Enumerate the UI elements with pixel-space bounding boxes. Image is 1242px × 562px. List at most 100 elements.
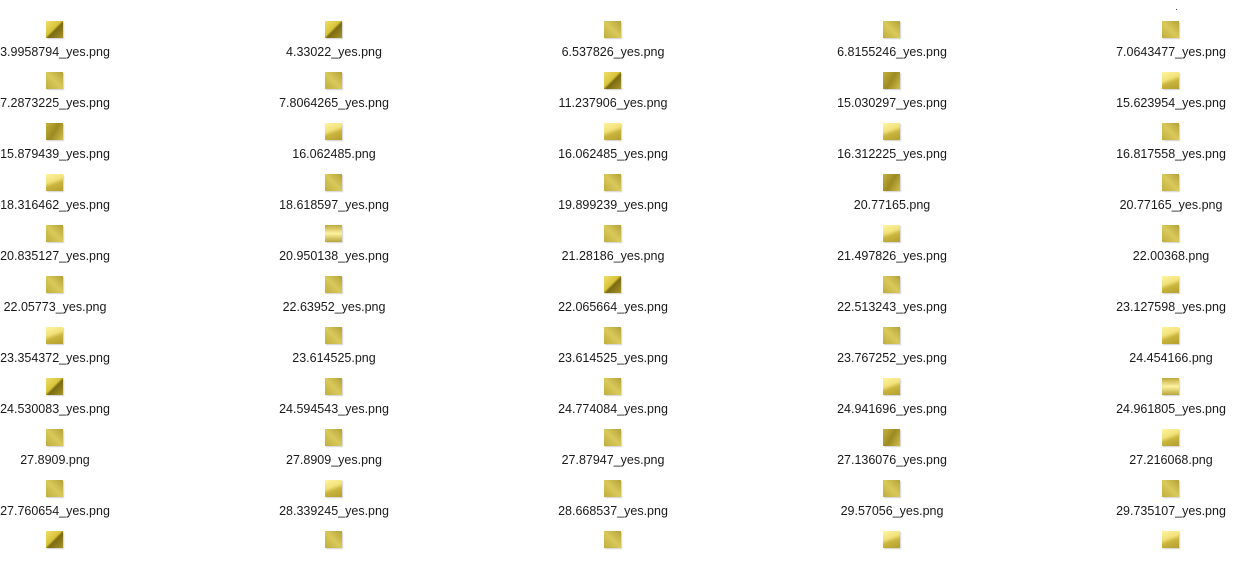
file-thumbnail-icon[interactable] xyxy=(325,225,342,242)
file-thumbnail-icon[interactable] xyxy=(883,480,900,497)
file-item[interactable]: 24.941696_yes.png xyxy=(777,378,1007,429)
file-item[interactable]: 21.28186_yes.png xyxy=(498,225,728,276)
file-item[interactable]: 22.513243_yes.png xyxy=(777,276,1007,327)
file-thumbnail-icon[interactable] xyxy=(46,480,63,497)
file-item[interactable]: 24.961805_yes.png xyxy=(1056,378,1242,429)
file-thumbnail-icon[interactable] xyxy=(604,327,621,344)
file-item[interactable] xyxy=(1056,531,1242,562)
file-item[interactable]: 15.623954_yes.png xyxy=(1056,72,1242,123)
file-thumbnail-icon[interactable] xyxy=(325,123,342,140)
file-item[interactable]: 6.537826_yes.png xyxy=(498,21,728,72)
file-item[interactable]: 20.77165.png xyxy=(777,174,1007,225)
file-item[interactable]: 7.0643477_yes.png xyxy=(1056,21,1242,72)
file-item[interactable]: 27.8909_yes.png xyxy=(219,429,449,480)
file-thumbnail-icon[interactable] xyxy=(325,72,342,89)
file-item[interactable]: 16.062485_yes.png xyxy=(498,123,728,174)
file-thumbnail-icon[interactable] xyxy=(1162,225,1179,242)
file-thumbnail-icon[interactable] xyxy=(46,276,63,293)
file-thumbnail-icon[interactable] xyxy=(883,327,900,344)
file-thumbnail-icon[interactable] xyxy=(883,276,900,293)
file-thumbnail-icon[interactable] xyxy=(325,378,342,395)
file-thumbnail-icon[interactable] xyxy=(1162,174,1179,191)
file-thumbnail-icon[interactable] xyxy=(46,123,63,140)
file-thumbnail-icon[interactable] xyxy=(325,21,342,38)
file-thumbnail-icon[interactable] xyxy=(325,174,342,191)
file-item[interactable]: 27.760654_yes.png xyxy=(0,480,170,531)
file-thumbnail-icon[interactable] xyxy=(604,21,621,38)
file-thumbnail-icon[interactable] xyxy=(46,174,63,191)
file-item[interactable]: 19.899239_yes.png xyxy=(498,174,728,225)
file-thumbnail-icon[interactable] xyxy=(46,225,63,242)
file-item[interactable]: 27.216068.png xyxy=(1056,429,1242,480)
file-item[interactable]: 22.00368.png xyxy=(1056,225,1242,276)
file-item[interactable]: 23.767252_yes.png xyxy=(777,327,1007,378)
file-thumbnail-icon[interactable] xyxy=(883,225,900,242)
file-item[interactable]: 29.735107_yes.png xyxy=(1056,480,1242,531)
file-item[interactable] xyxy=(0,531,170,562)
file-thumbnail-icon[interactable] xyxy=(1162,72,1179,89)
file-thumbnail-icon[interactable] xyxy=(604,72,621,89)
file-item[interactable]: 23.127598_yes.png xyxy=(1056,276,1242,327)
file-thumbnail-icon[interactable] xyxy=(1162,123,1179,140)
file-thumbnail-icon[interactable] xyxy=(604,429,621,446)
file-item[interactable]: 20.950138_yes.png xyxy=(219,225,449,276)
file-item[interactable]: 22.63952_yes.png xyxy=(219,276,449,327)
file-item[interactable]: 29.57056_yes.png xyxy=(777,480,1007,531)
file-item[interactable]: 22.05773_yes.png xyxy=(0,276,170,327)
file-item[interactable]: 24.530083_yes.png xyxy=(0,378,170,429)
file-thumbnail-icon[interactable] xyxy=(604,225,621,242)
file-item[interactable] xyxy=(777,531,1007,562)
file-item[interactable]: 15.879439_yes.png xyxy=(0,123,170,174)
file-thumbnail-icon[interactable] xyxy=(883,429,900,446)
file-thumbnail-icon[interactable] xyxy=(1162,21,1179,38)
file-thumbnail-icon[interactable] xyxy=(46,378,63,395)
file-thumbnail-icon[interactable] xyxy=(604,480,621,497)
file-item[interactable] xyxy=(219,531,449,562)
file-thumbnail-icon[interactable] xyxy=(325,276,342,293)
file-thumbnail-icon[interactable] xyxy=(1162,276,1179,293)
file-thumbnail-icon[interactable] xyxy=(46,327,63,344)
file-thumbnail-icon[interactable] xyxy=(604,174,621,191)
file-item[interactable]: 11.237906_yes.png xyxy=(498,72,728,123)
file-item[interactable]: 22.065664_yes.png xyxy=(498,276,728,327)
file-thumbnail-icon[interactable] xyxy=(46,72,63,89)
file-item[interactable]: 23.614525.png xyxy=(219,327,449,378)
file-item[interactable]: 18.618597_yes.png xyxy=(219,174,449,225)
file-thumbnail-icon[interactable] xyxy=(46,21,63,38)
file-item[interactable]: 7.2873225_yes.png xyxy=(0,72,170,123)
file-thumbnail-icon[interactable] xyxy=(883,72,900,89)
file-item[interactable]: 16.062485.png xyxy=(219,123,449,174)
file-item[interactable]: 24.774084_yes.png xyxy=(498,378,728,429)
file-thumbnail-icon[interactable] xyxy=(1162,429,1179,446)
file-thumbnail-icon[interactable] xyxy=(604,378,621,395)
file-item[interactable]: 24.594543_yes.png xyxy=(219,378,449,429)
file-item[interactable]: 3.9958794_yes.png xyxy=(0,21,170,72)
file-item[interactable]: 20.835127_yes.png xyxy=(0,225,170,276)
file-item[interactable]: 27.8909.png xyxy=(0,429,170,480)
file-item[interactable]: 20.77165_yes.png xyxy=(1056,174,1242,225)
file-thumbnail-icon[interactable] xyxy=(604,276,621,293)
file-thumbnail-icon[interactable] xyxy=(325,429,342,446)
file-item[interactable]: 27.87947_yes.png xyxy=(498,429,728,480)
file-thumbnail-icon[interactable] xyxy=(883,378,900,395)
file-item[interactable]: 21.497826_yes.png xyxy=(777,225,1007,276)
file-thumbnail-icon[interactable] xyxy=(883,21,900,38)
file-thumbnail-icon[interactable] xyxy=(1162,480,1179,497)
file-thumbnail-icon[interactable] xyxy=(46,429,63,446)
file-item[interactable]: 28.668537_yes.png xyxy=(498,480,728,531)
file-thumbnail-icon[interactable] xyxy=(604,123,621,140)
file-thumbnail-icon[interactable] xyxy=(1162,327,1179,344)
file-item[interactable]: 28.339245_yes.png xyxy=(219,480,449,531)
file-item[interactable]: 24.454166.png xyxy=(1056,327,1242,378)
file-item[interactable]: 16.312225_yes.png xyxy=(777,123,1007,174)
file-thumbnail-icon[interactable] xyxy=(325,327,342,344)
file-item[interactable] xyxy=(498,531,728,562)
file-thumbnail-icon[interactable] xyxy=(883,531,900,548)
file-thumbnail-icon[interactable] xyxy=(1162,531,1179,548)
file-item[interactable]: 18.316462_yes.png xyxy=(0,174,170,225)
file-item[interactable]: 15.030297_yes.png xyxy=(777,72,1007,123)
file-thumbnail-icon[interactable] xyxy=(46,531,63,548)
file-thumbnail-icon[interactable] xyxy=(325,531,342,548)
file-thumbnail-icon[interactable] xyxy=(604,531,621,548)
file-item[interactable]: 23.354372_yes.png xyxy=(0,327,170,378)
